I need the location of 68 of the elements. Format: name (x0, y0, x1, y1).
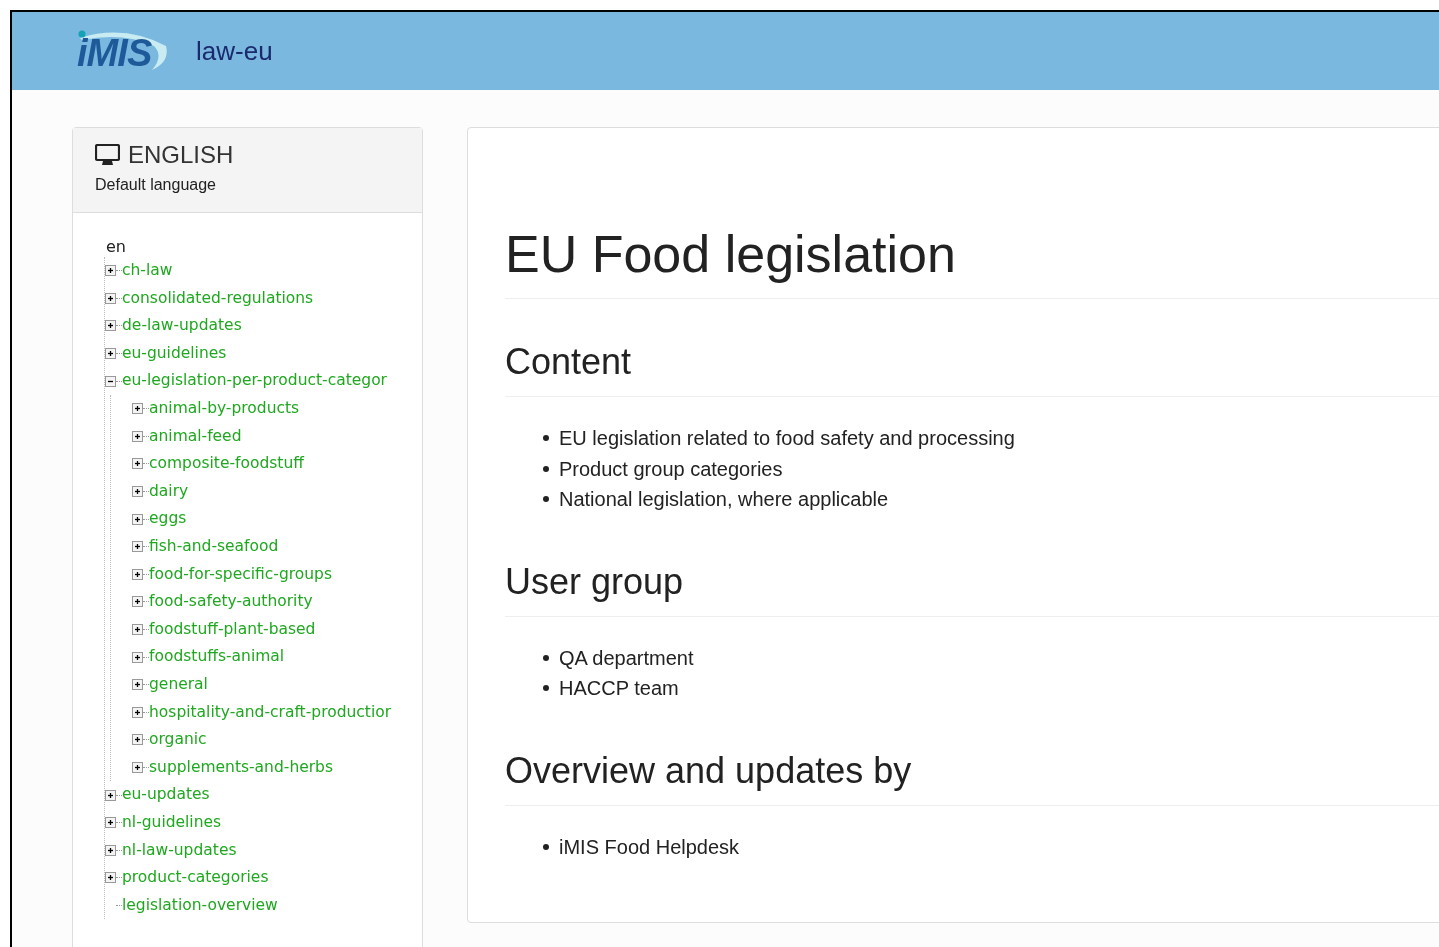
tree-root: en (105, 236, 127, 257)
tree-link[interactable]: nl-guidelines (122, 814, 222, 831)
expand-icon[interactable] (105, 292, 116, 304)
site-title: law-eu (196, 34, 273, 68)
tree-link[interactable]: eu-updates (122, 787, 210, 803)
expand-icon[interactable] (105, 844, 116, 856)
tree-link[interactable]: eggs (149, 511, 187, 527)
tree-link[interactable]: eu-guidelines (122, 345, 227, 362)
tree-link[interactable]: supplements-and-herbs (149, 759, 334, 776)
expand-icon[interactable] (105, 348, 116, 360)
tree-link[interactable]: consolidated-regulations (122, 290, 314, 307)
expand-icon[interactable] (132, 458, 143, 470)
language-subtitle: Default language (95, 175, 217, 195)
bullet-text: HACCP team (559, 676, 679, 702)
tree-link[interactable]: de-law-updates (122, 318, 242, 334)
expand-icon[interactable] (132, 762, 143, 773)
tree-link[interactable]: eu-legislation-per-product-categor (122, 373, 387, 389)
bullet-text: QA department (559, 645, 694, 671)
expand-icon[interactable] (132, 596, 143, 608)
tree-link[interactable]: ch-law (122, 263, 173, 279)
tree-link[interactable]: animal-by-products (149, 401, 300, 417)
expand-icon[interactable] (132, 624, 143, 635)
tree-link[interactable]: fish-and-seafood (149, 539, 279, 555)
tree-link[interactable]: organic (149, 732, 207, 748)
expand-icon[interactable] (132, 430, 143, 442)
bullet-text: Product group categories (559, 456, 783, 482)
tree-link[interactable]: foodstuff-plant-based (149, 621, 316, 638)
tree-link[interactable]: food-safety-authority (149, 594, 313, 610)
section-heading: Overview and updates by (505, 752, 1439, 806)
expand-icon[interactable] (132, 651, 143, 663)
bullet-text: iMIS Food Helpdesk (559, 834, 740, 860)
bullet-icon (543, 843, 549, 850)
expand-icon[interactable] (105, 789, 116, 801)
bullet-icon (543, 685, 549, 692)
expand-icon[interactable] (132, 568, 143, 580)
language-title: ENGLISH (128, 143, 234, 167)
expand-icon[interactable] (132, 403, 143, 415)
monitor-icon (95, 144, 120, 166)
bullet-icon (543, 465, 549, 472)
section-heading: User group (505, 563, 1439, 617)
tree-link[interactable]: general (149, 676, 208, 693)
tree-link[interactable]: foodstuffs-animal (149, 649, 285, 665)
tree-link[interactable]: product-categories (122, 870, 269, 886)
expand-icon[interactable] (132, 679, 143, 691)
page-title: EU Food legislation (505, 228, 1439, 299)
expand-icon[interactable] (105, 817, 116, 829)
expand-icon[interactable] (132, 486, 143, 498)
tree-link[interactable]: dairy (149, 483, 189, 500)
expand-icon[interactable] (132, 734, 143, 746)
bullet-icon (543, 654, 549, 661)
expand-icon[interactable] (132, 541, 143, 553)
expand-icon[interactable] (105, 320, 116, 332)
collapse-icon[interactable] (105, 375, 116, 387)
tree-link[interactable]: nl-law-updates (122, 842, 237, 858)
expand-icon[interactable] (105, 872, 116, 884)
tree-link[interactable]: animal-feed (149, 428, 242, 445)
section-heading: Content (505, 344, 1439, 397)
tree-link[interactable]: legislation-overview (122, 897, 278, 914)
expand-icon[interactable] (132, 706, 143, 718)
bullet-icon (543, 435, 549, 442)
tree-link[interactable]: hospitality-and-craft-productior (149, 704, 392, 721)
bullet-text: National legislation, where applicable (559, 487, 889, 513)
tree-link[interactable]: food-for-specific-groups (149, 566, 333, 583)
expand-icon[interactable] (132, 513, 143, 525)
tree-link[interactable]: composite-foodstuff (149, 456, 304, 472)
expand-icon[interactable] (105, 265, 116, 277)
bullet-text: EU legislation related to food safety and processing (559, 426, 1015, 452)
bullet-icon (543, 496, 549, 503)
